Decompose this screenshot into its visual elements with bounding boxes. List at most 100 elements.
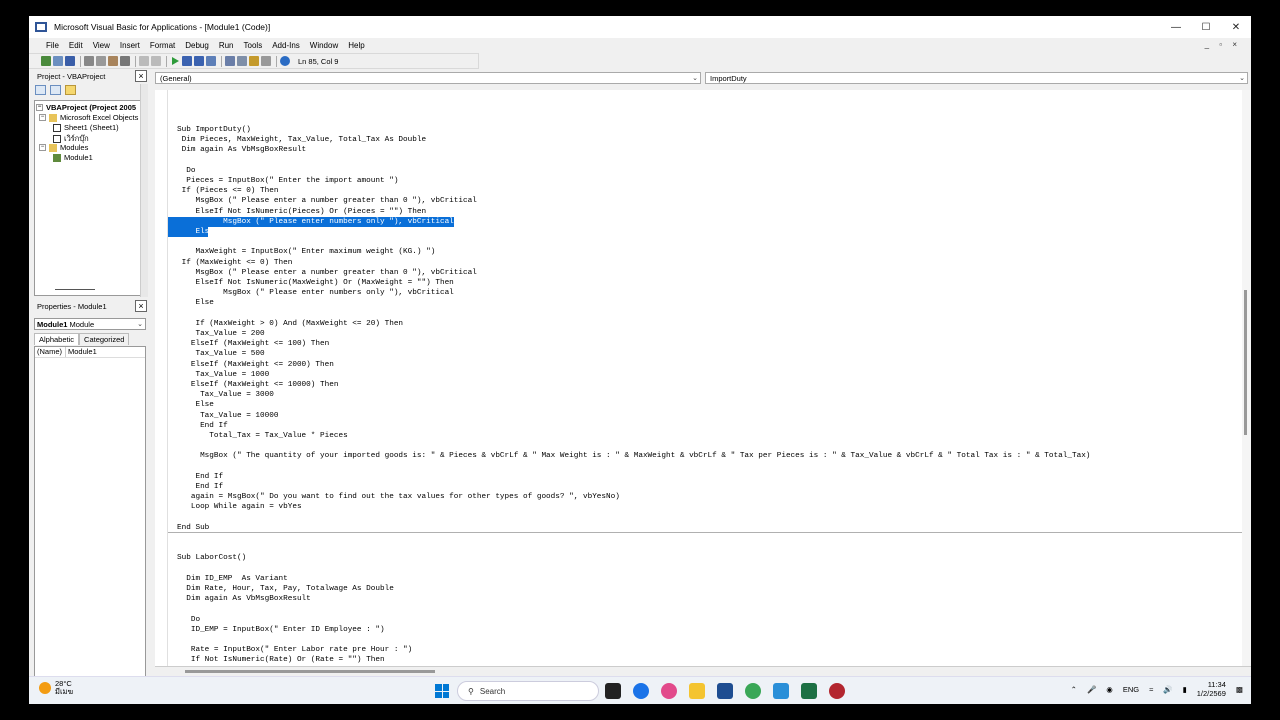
- code-line[interactable]: ElseIf Not IsNumeric(MaxWeight) Or (MaxW…: [177, 278, 453, 288]
- code-line[interactable]: If (MaxWeight <= 0) Then: [177, 258, 293, 268]
- microphone-icon[interactable]: 🎤: [1087, 685, 1096, 694]
- collapse-icon[interactable]: −: [39, 114, 46, 121]
- menu-addins[interactable]: Add-Ins: [267, 41, 305, 50]
- design-mode-icon[interactable]: [206, 56, 216, 66]
- code-line[interactable]: End If: [177, 421, 228, 431]
- property-value[interactable]: Module1: [66, 347, 97, 357]
- break-icon[interactable]: [182, 56, 192, 66]
- collapse-icon[interactable]: −: [39, 144, 46, 151]
- code-line[interactable]: Dim Rate, Hour, Tax, Pay, Totalwage As D…: [177, 584, 394, 594]
- toggle-folders-icon[interactable]: [65, 85, 76, 95]
- code-line[interactable]: Loop While again = vbYes: [177, 502, 302, 512]
- edge-icon[interactable]: [633, 683, 649, 699]
- file-explorer-icon[interactable]: [689, 683, 705, 699]
- view-code-icon[interactable]: [35, 85, 46, 95]
- code-line[interactable]: Tax_Value = 3000: [177, 390, 274, 400]
- find-icon[interactable]: [120, 56, 130, 66]
- volume-icon[interactable]: 🔊: [1163, 685, 1172, 694]
- project-explorer-icon[interactable]: [225, 56, 235, 66]
- code-line[interactable]: Pieces = InputBox(" Enter the import amo…: [177, 176, 398, 186]
- code-vertical-scrollbar[interactable]: [1242, 90, 1251, 666]
- tray-app-icon[interactable]: ◉: [1106, 685, 1113, 694]
- clock[interactable]: 11:34 1/2/2569: [1197, 680, 1226, 698]
- help-icon[interactable]: [280, 56, 290, 66]
- properties-panel-close-button[interactable]: ×: [135, 300, 147, 312]
- code-line[interactable]: MaxWeight = InputBox(" Enter maximum wei…: [177, 247, 435, 257]
- code-line[interactable]: Sub LaborCost(): [177, 553, 246, 563]
- menu-insert[interactable]: Insert: [115, 41, 145, 50]
- taskbar-search[interactable]: ⚲ Search: [457, 681, 599, 701]
- properties-icon[interactable]: [237, 56, 247, 66]
- code-line[interactable]: MsgBox (" Please enter a number greater …: [177, 196, 476, 206]
- code-line[interactable]: Total_Tax = Tax_Value * Pieces: [177, 431, 347, 441]
- property-row[interactable]: (Name) Module1: [35, 347, 145, 358]
- code-line[interactable]: Tax_Value = 10000: [177, 411, 278, 421]
- run-icon[interactable]: [172, 57, 179, 65]
- menu-window[interactable]: Window: [305, 41, 343, 50]
- menu-run[interactable]: Run: [214, 41, 239, 50]
- chrome-icon[interactable]: [745, 683, 761, 699]
- code-line[interactable]: Else: [168, 227, 208, 237]
- code-line[interactable]: End If: [177, 472, 223, 482]
- code-line[interactable]: MsgBox (" Please enter a number greater …: [177, 268, 476, 278]
- code-line[interactable]: Do: [177, 615, 200, 625]
- object-browser-icon[interactable]: [249, 56, 259, 66]
- excel-view-icon[interactable]: [41, 56, 51, 66]
- undo-icon[interactable]: [139, 56, 149, 66]
- code-line[interactable]: MsgBox (" The quantity of your imported …: [177, 451, 1090, 461]
- code-line[interactable]: Rate = InputBox(" Enter Labor rate pre H…: [177, 645, 412, 655]
- code-margin[interactable]: [155, 90, 168, 666]
- code-line[interactable]: Tax_Value = 200: [177, 329, 264, 339]
- paste-icon[interactable]: [108, 56, 118, 66]
- menu-help[interactable]: Help: [343, 41, 369, 50]
- project-scrollbar[interactable]: [140, 84, 148, 297]
- menu-edit[interactable]: Edit: [64, 41, 88, 50]
- close-button[interactable]: ✕: [1221, 16, 1251, 38]
- tree-module1[interactable]: Module1: [53, 153, 93, 162]
- collapse-icon[interactable]: −: [36, 104, 43, 111]
- copy-icon[interactable]: [96, 56, 106, 66]
- menu-debug[interactable]: Debug: [180, 41, 214, 50]
- code-line[interactable]: ElseIf Not IsNumeric(Pieces) Or (Pieces …: [177, 207, 426, 217]
- code-line[interactable]: ElseIf (MaxWeight <= 100) Then: [177, 339, 329, 349]
- scrollbar-thumb[interactable]: [185, 670, 435, 673]
- view-object-icon[interactable]: [50, 85, 61, 95]
- wifi-icon[interactable]: ≈: [1149, 685, 1153, 694]
- menu-format[interactable]: Format: [145, 41, 180, 50]
- code-line[interactable]: Tax_Value = 500: [177, 349, 264, 359]
- save-icon[interactable]: [65, 56, 75, 66]
- tree-excel-objects[interactable]: − Microsoft Excel Objects: [39, 113, 138, 122]
- code-line[interactable]: If Not IsNumeric(Rate) Or (Rate = "") Th…: [177, 655, 385, 665]
- language-indicator[interactable]: ENG: [1123, 685, 1139, 694]
- tab-alphabetic[interactable]: Alphabetic: [34, 333, 80, 345]
- task-view-icon[interactable]: [605, 683, 621, 699]
- cut-icon[interactable]: [84, 56, 94, 66]
- code-line[interactable]: Dim Pieces, MaxWeight, Tax_Value, Total_…: [177, 135, 427, 145]
- weather-widget[interactable]: 28°C มีเมฆ: [39, 680, 73, 696]
- tab-categorized[interactable]: Categorized: [79, 333, 130, 345]
- code-line[interactable]: End If: [177, 482, 223, 492]
- insert-module-icon[interactable]: [53, 56, 63, 66]
- code-line[interactable]: If (Pieces <= 0) Then: [177, 186, 279, 196]
- record-app-icon[interactable]: [829, 683, 845, 699]
- code-editor[interactable]: Sub ImportDuty() Dim Pieces, MaxWeight, …: [168, 90, 1242, 666]
- excel-icon[interactable]: [801, 683, 817, 699]
- reset-icon[interactable]: [194, 56, 204, 66]
- procedure-select[interactable]: ImportDuty ⌄: [705, 72, 1248, 84]
- code-line[interactable]: Dim ID_EMP As Variant: [177, 574, 288, 584]
- code-line[interactable]: Do: [177, 166, 195, 176]
- redo-icon[interactable]: [151, 56, 161, 66]
- code-line[interactable]: ElseIf (MaxWeight <= 2000) Then: [177, 360, 334, 370]
- code-line[interactable]: ID_EMP = InputBox(" Enter ID Employee : …: [177, 625, 385, 635]
- code-line[interactable]: Sub ImportDuty(): [177, 125, 251, 135]
- code-line[interactable]: If (MaxWeight > 0) And (MaxWeight <= 20)…: [177, 319, 403, 329]
- menu-view[interactable]: View: [88, 41, 115, 50]
- notifications-icon[interactable]: ▩: [1236, 685, 1243, 694]
- code-line[interactable]: MsgBox (" Please enter numbers only "), …: [168, 216, 454, 227]
- maximize-button[interactable]: ☐: [1191, 16, 1221, 38]
- minimize-button[interactable]: —: [1161, 16, 1191, 38]
- code-line[interactable]: Else: [177, 298, 213, 308]
- mdi-window-controls[interactable]: _ ▫ ×: [1205, 40, 1241, 49]
- code-line[interactable]: Dim again As VbMsgBoxResult: [177, 145, 307, 155]
- object-select[interactable]: (General) ⌄: [155, 72, 701, 84]
